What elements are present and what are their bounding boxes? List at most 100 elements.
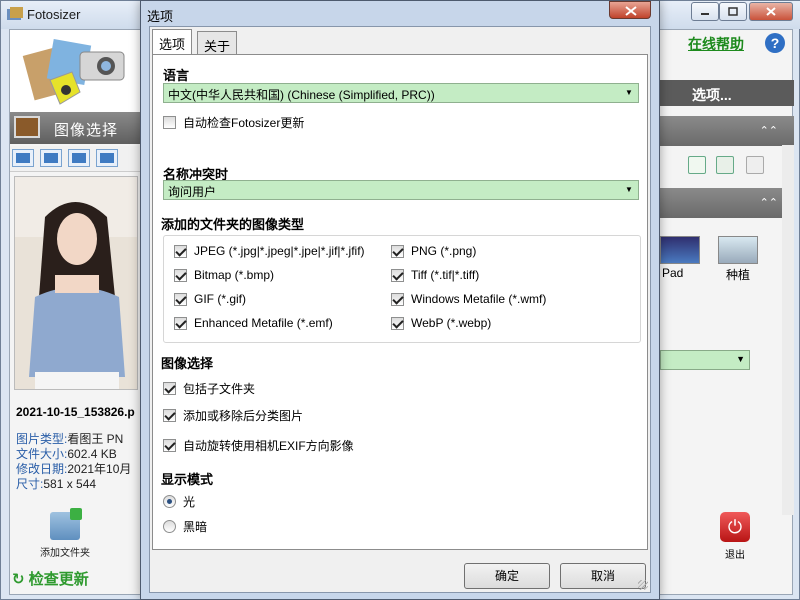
type-right-0-row[interactable]: PNG (*.png)	[391, 244, 476, 258]
details-view-icon	[16, 153, 30, 163]
tab-about[interactable]: 关于	[197, 31, 238, 55]
type-left-0-checkbox[interactable]	[174, 244, 187, 258]
exit-button[interactable]: ⏻ 退出	[710, 512, 760, 561]
app-icon	[7, 7, 23, 20]
display-mode-1-row[interactable]: 黑暗	[163, 518, 207, 535]
type-left-3-row[interactable]: Enhanced Metafile (*.emf)	[174, 316, 333, 330]
fotosizer-logo	[10, 30, 142, 112]
thumbnails-view-icon	[72, 153, 86, 163]
type-right-3-row[interactable]: WebP (*.webp)	[391, 316, 491, 330]
view-thumbnails-button[interactable]	[68, 149, 90, 167]
language-title: 语言	[163, 68, 190, 83]
view-list-button[interactable]	[96, 149, 118, 167]
auto-update-checkbox-row[interactable]: 自动检查Fotosizer更新	[163, 114, 304, 131]
image-selection-options-title: 图像选择	[161, 356, 214, 371]
display-mode-0-row[interactable]: 光	[163, 493, 195, 510]
right-dropdown[interactable]: ▼	[660, 350, 750, 370]
type-right-2-checkbox[interactable]	[391, 292, 404, 306]
options-label: 选项...	[692, 87, 732, 103]
tab-options[interactable]: 选项	[152, 29, 193, 55]
info-key: 文件大小:	[16, 447, 68, 461]
type-left-0-label: JPEG (*.jpg|*.jpeg|*.jpe|*.jif|*.jfif)	[194, 244, 365, 258]
type-left-2-checkbox[interactable]	[174, 292, 187, 306]
dialog-titlebar[interactable]: 选项	[141, 1, 659, 26]
online-help-link[interactable]: 在线帮助	[688, 34, 744, 54]
type-right-2-row[interactable]: Windows Metafile (*.wmf)	[391, 292, 546, 306]
view-details-button[interactable]	[12, 149, 34, 167]
refresh-icon: ↻	[12, 571, 25, 588]
image-selection-option-2-row[interactable]: 自动旋转使用相机EXIF方向影像	[163, 437, 354, 454]
type-left-1-row[interactable]: Bitmap (*.bmp)	[174, 268, 274, 282]
grid-view-icon	[44, 153, 58, 163]
collapse-icon: ⌃⌃	[759, 125, 778, 137]
image-selection-option-2-label: 自动旋转使用相机EXIF方向影像	[183, 439, 354, 453]
main-close-button[interactable]	[749, 2, 793, 21]
language-select[interactable]: 中文(中华人民共和国) (Chinese (Simplified, PRC)) …	[163, 83, 639, 103]
minimize-icon	[701, 13, 709, 15]
right-section-header-2[interactable]: ⌃⌃	[660, 188, 794, 218]
chevron-down-icon: ▼	[736, 354, 745, 364]
minimize-button[interactable]	[691, 2, 719, 21]
new-preset-icon[interactable]	[688, 156, 706, 174]
dialog-body: 选项 关于 语言 中文(中华人民共和国) (Chinese (Simplifie…	[149, 26, 651, 593]
save-preset-icon[interactable]	[716, 156, 734, 174]
image-selection-option-0-checkbox[interactable]	[163, 382, 176, 395]
type-left-3-label: Enhanced Metafile (*.emf)	[194, 316, 333, 330]
type-left-2-label: GIF (*.gif)	[194, 292, 247, 306]
delete-preset-icon[interactable]	[746, 156, 764, 174]
image-selection-title: 图像选择	[54, 122, 119, 139]
view-toolbar	[10, 146, 142, 172]
image-selection-option-1-checkbox[interactable]	[163, 409, 176, 422]
dialog-close-button[interactable]	[609, 1, 651, 19]
ok-button[interactable]: 确定	[464, 563, 550, 589]
image-types-title: 添加的文件夹的图像类型	[161, 217, 305, 232]
type-left-0-row[interactable]: JPEG (*.jpg|*.jpeg|*.jpe|*.jif|*.jfif)	[174, 244, 365, 258]
preset-thumb-pad[interactable]	[660, 236, 700, 264]
auto-update-checkbox[interactable]	[163, 116, 176, 129]
image-selection-header[interactable]: 图像选择	[10, 112, 142, 144]
type-right-3-checkbox[interactable]	[391, 316, 404, 330]
close-icon	[766, 7, 776, 16]
resize-grip[interactable]	[638, 580, 648, 590]
view-grid-button[interactable]	[40, 149, 62, 167]
check-update-label: 检查更新	[28, 571, 89, 588]
right-scrollbar[interactable]	[782, 145, 794, 515]
preset-label-crop: 种植	[726, 268, 751, 282]
image-selection-option-0-label: 包括子文件夹	[183, 382, 256, 396]
close-icon	[625, 6, 637, 16]
type-right-0-checkbox[interactable]	[391, 244, 404, 258]
main-window-title: Fotosizer	[27, 7, 81, 22]
image-preview[interactable]	[14, 176, 138, 390]
image-filename: 2021-10-15_153826.p	[16, 405, 135, 419]
image-types-group: JPEG (*.jpg|*.jpeg|*.jpe|*.jif|*.jfif) Bi…	[163, 235, 641, 343]
type-right-1-label: Tiff (*.tif|*.tiff)	[411, 268, 480, 282]
options-button[interactable]: 选项...	[660, 80, 794, 106]
right-section-header-1[interactable]: ⌃⌃	[660, 116, 794, 146]
cancel-button[interactable]: 取消	[560, 563, 646, 589]
type-right-1-row[interactable]: Tiff (*.tif|*.tiff)	[391, 268, 479, 282]
type-right-1-checkbox[interactable]	[391, 268, 404, 282]
type-left-1-checkbox[interactable]	[174, 268, 187, 282]
type-left-2-row[interactable]: GIF (*.gif)	[174, 292, 246, 306]
info-value: 看图王 PN	[67, 432, 124, 446]
name-conflict-select[interactable]: 询问用户 ▼	[163, 180, 639, 200]
preset-thumb-crop[interactable]	[718, 236, 758, 264]
type-left-1-label: Bitmap (*.bmp)	[194, 268, 275, 282]
info-value: 2021年10月	[67, 462, 132, 476]
image-info-row: 尺寸:581 x 544	[16, 475, 146, 492]
maximize-button[interactable]	[719, 2, 747, 21]
power-icon: ⏻	[720, 512, 750, 542]
add-folder-button[interactable]: 添加文件夹	[30, 508, 100, 559]
check-update-link[interactable]: ↻ 检查更新	[12, 568, 89, 589]
image-selection-option-0-row[interactable]: 包括子文件夹	[163, 380, 255, 397]
image-selection-option-2-checkbox[interactable]	[163, 439, 176, 452]
type-right-0-label: PNG (*.png)	[411, 244, 477, 258]
list-view-icon	[100, 153, 114, 163]
dialog-title: 选项	[147, 9, 174, 24]
image-selection-option-1-label: 添加或移除后分类图片	[183, 409, 304, 423]
help-icon[interactable]: ?	[765, 33, 785, 53]
display-mode-0-radio[interactable]	[163, 495, 176, 508]
image-selection-option-1-row[interactable]: 添加或移除后分类图片	[163, 407, 303, 424]
display-mode-1-radio[interactable]	[163, 520, 176, 533]
type-left-3-checkbox[interactable]	[174, 316, 187, 330]
